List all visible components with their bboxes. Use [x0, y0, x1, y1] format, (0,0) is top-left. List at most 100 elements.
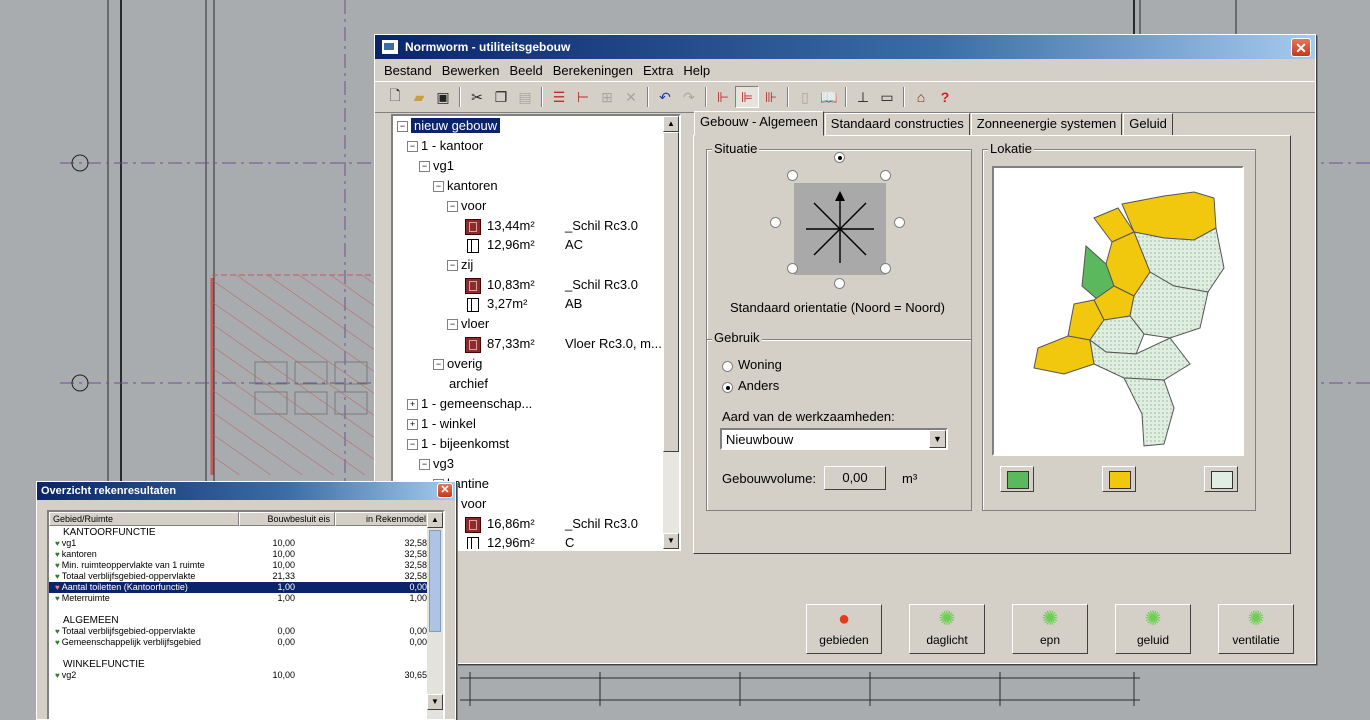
orientation-n-radio[interactable] [834, 152, 845, 163]
results-title-bar[interactable]: Overzicht rekenresultaten ✕ [37, 482, 455, 500]
tree-node-window[interactable]: 12,96m² AC [465, 235, 583, 255]
tree-node-kantoor[interactable]: −1 - kantoor [407, 136, 483, 156]
tree-view-3-icon[interactable]: ⊪ [759, 86, 783, 108]
table-row[interactable]: ♥ Gemeenschappelijk verblijfsgebied 0,00 0,… [49, 637, 431, 648]
tree-node-overig[interactable]: − overig [433, 354, 482, 374]
tree-node-wall[interactable]: 13,44m² _Schil Rc3.0 [465, 216, 638, 236]
compass-widget[interactable] [794, 183, 886, 275]
table-row[interactable]: ♥ vg2 10,00 30,65 [49, 670, 431, 681]
legend-green-button[interactable] [1000, 466, 1034, 492]
gebieden-button[interactable]: ● gebieden [806, 604, 882, 654]
table-row[interactable]: ♥ Aantal toiletten (Kantoorfunctie) 1,00 0,… [49, 582, 431, 593]
tree-node-vloer[interactable]: − vloer [447, 314, 489, 334]
scroll-down-icon[interactable]: ▼ [663, 533, 679, 549]
ventilatie-button[interactable]: ✺ ventilatie [1218, 604, 1294, 654]
house-icon[interactable]: ⌂ [909, 86, 933, 108]
daglicht-button[interactable]: ✺ daglicht [909, 604, 985, 654]
orientation-nw-radio[interactable] [787, 170, 798, 181]
window-icon[interactable]: ▭ [875, 86, 899, 108]
tree-node-voor[interactable]: −voor [447, 196, 486, 216]
table-row[interactable]: ♥ Meterruimte 1,00 1,00 [49, 593, 431, 604]
new-icon[interactable]: 🗋 [383, 86, 407, 108]
tree-node-archief[interactable]: archief [449, 374, 488, 394]
menu-extra[interactable]: Extra [638, 63, 678, 78]
orientation-sw-radio[interactable] [787, 263, 798, 274]
tree-node-kantoren[interactable]: − kantoren [433, 176, 498, 196]
column-header-gebied[interactable]: Gebied/Ruimte [49, 512, 239, 526]
open-icon[interactable]: ▰ [407, 86, 431, 108]
column-header-rekenmodel[interactable]: in Rekenmodel [335, 512, 431, 526]
table-icon[interactable]: ⊞ [595, 86, 619, 108]
woning-radio[interactable] [722, 361, 733, 372]
chevron-down-icon[interactable]: ▼ [929, 430, 946, 448]
tree-view-2-icon[interactable]: ⊫ [735, 86, 759, 108]
table-row[interactable]: ♥ Totaal verblijfsgebied-oppervlakte 21,33… [49, 571, 431, 582]
tree-node-bijeenkomst[interactable]: −1 - bijeenkomst [407, 434, 509, 454]
tree-branch-icon[interactable]: ⊢ [571, 86, 595, 108]
scroll-thumb[interactable] [429, 530, 441, 632]
tree-node-vg1[interactable]: − vg1 [419, 156, 454, 176]
tree-node-zij[interactable]: − zij [447, 255, 473, 275]
tab-geluid[interactable]: Geluid [1123, 113, 1173, 136]
tree-node-winkel[interactable]: +1 - winkel [407, 414, 476, 434]
scroll-up-icon[interactable]: ▲ [427, 512, 443, 528]
epn-button[interactable]: ✺ epn [1012, 604, 1088, 654]
menu-beeld[interactable]: Beeld [505, 63, 548, 78]
help-icon[interactable]: ? [933, 86, 957, 108]
tab-gebouw-algemeen[interactable]: Gebouw - Algemeen [694, 111, 824, 136]
tree-node-wall[interactable]: 16,86m² _Schil Rc3.0 [465, 514, 638, 534]
menu-berekeningen[interactable]: Berekeningen [548, 63, 638, 78]
scroll-down-icon[interactable]: ▼ [427, 694, 443, 710]
woning-label[interactable]: Woning [738, 357, 782, 372]
close-button[interactable]: ✕ [1291, 38, 1311, 57]
page-icon[interactable]: ▯ [793, 86, 817, 108]
redo-icon[interactable]: ↷ [677, 86, 701, 108]
column-header-eis[interactable]: Bouwbesluit eis [239, 512, 335, 526]
main-title-bar[interactable]: Normworm - utiliteitsgebouw ✕ [375, 35, 1315, 59]
orientation-se-radio[interactable] [880, 263, 891, 274]
delete-icon[interactable]: ✕ [619, 86, 643, 108]
tree-scrollbar[interactable]: ▲ ▼ [663, 116, 679, 549]
tree-add-icon[interactable]: ☰ [547, 86, 571, 108]
menu-help[interactable]: Help [678, 63, 715, 78]
tree-view-1-icon[interactable]: ⊩ [711, 86, 735, 108]
geluid-button[interactable]: ✺ geluid [1115, 604, 1191, 654]
level-icon[interactable]: ⊥ [851, 86, 875, 108]
tree-node-vg[interactable]: − vg3 [419, 454, 454, 474]
save-icon[interactable]: ▣ [431, 86, 455, 108]
tree-node-root[interactable]: − nieuw gebouw [397, 116, 501, 136]
orientation-ne-radio[interactable] [880, 170, 891, 181]
menu-bewerken[interactable]: Bewerken [437, 63, 505, 78]
tree-node-wall[interactable]: 10,83m² _Schil Rc3.0 [465, 275, 638, 295]
orientation-s-radio[interactable] [834, 278, 845, 289]
paste-icon[interactable]: ▤ [513, 86, 537, 108]
results-scrollbar[interactable]: ▲ ▼ [427, 512, 443, 719]
anders-label[interactable]: Anders [738, 378, 779, 393]
cut-icon[interactable]: ✂ [465, 86, 489, 108]
undo-icon[interactable]: ↶ [653, 86, 677, 108]
copy-icon[interactable]: ❐ [489, 86, 513, 108]
table-row[interactable]: ♥ vg1 10,00 32,58 [49, 538, 431, 549]
table-row[interactable]: ♥ Totaal verblijfsgebied-oppervlakte 0,00 0… [49, 626, 431, 637]
results-close-button[interactable]: ✕ [437, 483, 453, 498]
legend-yellow-button[interactable] [1102, 466, 1136, 492]
tree-node-window[interactable]: 12,96m² C [465, 533, 574, 549]
aard-select[interactable]: Nieuwbouw ▼ [720, 428, 948, 450]
netherlands-map[interactable] [992, 166, 1244, 456]
tree-node-gemeenschap[interactable]: +1 - gemeenschap... [407, 394, 532, 414]
orientation-w-radio[interactable] [770, 217, 781, 228]
results-table[interactable]: Gebied/Ruimte Bouwbesluit eis in Rekenmo… [47, 510, 445, 719]
table-row[interactable]: ♥ kantoren 10,00 32,58 [49, 549, 431, 560]
tab-standaard-constructies[interactable]: Standaard constructies [824, 113, 970, 136]
book-icon[interactable]: 📖 [817, 86, 841, 108]
tree-node-floor[interactable]: 87,33m² Vloer Rc3.0, m... [465, 334, 662, 354]
tree-node-window[interactable]: 3,27m² AB [465, 294, 582, 314]
anders-radio[interactable] [722, 382, 733, 393]
menu-bestand[interactable]: Bestand [379, 63, 437, 78]
orientation-e-radio[interactable] [894, 217, 905, 228]
legend-pale-button[interactable] [1204, 466, 1238, 492]
tab-zonneenergie-systemen[interactable]: Zonneenergie systemen [970, 113, 1123, 136]
table-row[interactable]: ♥ Min. ruimteoppervlakte van 1 ruimte 10,0… [49, 560, 431, 571]
scroll-thumb[interactable] [663, 132, 679, 452]
volume-field[interactable]: 0,00 [824, 466, 886, 490]
